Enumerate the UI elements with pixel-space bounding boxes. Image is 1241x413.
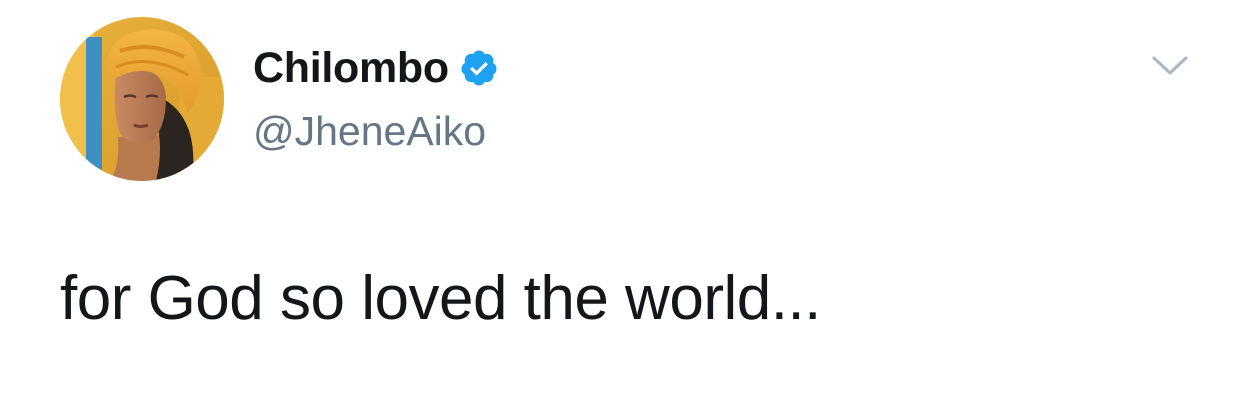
avatar-image [60, 17, 224, 181]
tweet-text: for God so loved the world... [60, 264, 821, 333]
chevron-down-icon[interactable] [1150, 52, 1190, 80]
tweet-card: Chilombo @JheneAiko for God so loved the… [0, 0, 1241, 413]
display-name[interactable]: Chilombo [253, 42, 449, 94]
verified-badge-icon [459, 48, 499, 88]
avatar[interactable] [60, 17, 224, 181]
author-handle[interactable]: @JheneAiko [253, 106, 486, 156]
author-name-row[interactable]: Chilombo [253, 42, 499, 94]
